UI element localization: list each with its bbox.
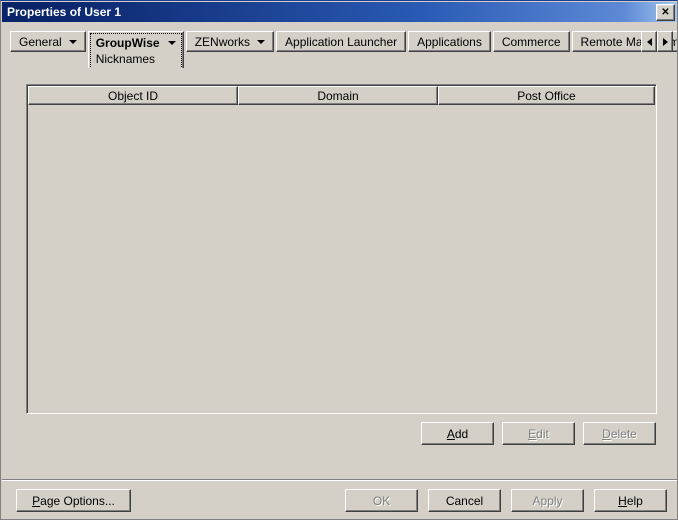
- footer-separator: [2, 479, 678, 481]
- help-button-accel: H: [618, 494, 627, 508]
- chevron-down-icon: [69, 40, 77, 44]
- add-button[interactable]: Add: [421, 422, 494, 445]
- tab-zenworks-label: ZENworks: [195, 35, 250, 49]
- list-body-empty[interactable]: [28, 105, 655, 412]
- add-button-label-rest: dd: [455, 427, 468, 441]
- tab-strip: General GroupWise Nicknames ZENworks App…: [2, 24, 678, 68]
- cancel-button[interactable]: Cancel: [428, 489, 501, 512]
- tab-commerce[interactable]: Commerce: [493, 31, 570, 52]
- apply-button[interactable]: Apply: [511, 489, 584, 512]
- chevron-down-icon: [168, 41, 176, 45]
- column-header-post-office[interactable]: Post Office: [438, 86, 655, 105]
- record-action-buttons: Add Edit Delete: [421, 422, 656, 445]
- window-title: Properties of User 1: [2, 5, 121, 19]
- add-button-accel: A: [447, 427, 455, 441]
- tab-commerce-label: Commerce: [502, 35, 561, 49]
- tab-scroll-left-button[interactable]: [641, 31, 657, 52]
- tab-applications[interactable]: Applications: [408, 31, 491, 52]
- footer-buttons: OK Cancel Apply Help: [345, 489, 667, 512]
- tab-application-launcher-label: Application Launcher: [285, 35, 397, 49]
- nicknames-list[interactable]: Object ID Domain Post Office: [26, 84, 657, 414]
- list-header-row: Object ID Domain Post Office: [28, 86, 655, 105]
- properties-dialog: Properties of User 1 ✕ General GroupWise…: [0, 0, 678, 520]
- tab-zenworks[interactable]: ZENworks: [186, 31, 274, 52]
- tab-groupwise-header[interactable]: GroupWise: [91, 35, 181, 51]
- edit-button[interactable]: Edit: [502, 422, 575, 445]
- tab-application-launcher[interactable]: Application Launcher: [276, 31, 406, 52]
- tab-list: General GroupWise Nicknames ZENworks App…: [10, 31, 678, 71]
- ok-button[interactable]: OK: [345, 489, 418, 512]
- tab-groupwise-focus: GroupWise Nicknames: [90, 33, 182, 69]
- page-options-accel: P: [32, 494, 40, 508]
- dialog-footer: Page Options... OK Cancel Apply Help: [2, 482, 678, 520]
- scroll-left-arrow-icon: [647, 38, 652, 46]
- tab-scroll-buttons: [641, 31, 673, 52]
- tab-groupwise[interactable]: GroupWise Nicknames: [88, 31, 184, 71]
- page-options-label-rest: age Options...: [40, 494, 115, 508]
- delete-button[interactable]: Delete: [583, 422, 656, 445]
- chevron-down-icon: [257, 40, 265, 44]
- scroll-right-arrow-icon: [663, 38, 668, 46]
- help-button-label-rest: elp: [627, 494, 643, 508]
- tab-scroll-right-button[interactable]: [657, 31, 673, 52]
- tab-applications-label: Applications: [417, 35, 482, 49]
- tab-groupwise-submenu-item[interactable]: Nicknames: [91, 51, 181, 66]
- edit-button-label-rest: dit: [536, 427, 549, 441]
- tab-groupwise-label: GroupWise: [96, 36, 160, 50]
- edit-button-accel: E: [528, 427, 536, 441]
- delete-button-accel: D: [602, 427, 611, 441]
- column-header-object-id[interactable]: Object ID: [28, 86, 238, 105]
- tab-general[interactable]: General: [10, 31, 86, 52]
- delete-button-label-rest: elete: [611, 427, 637, 441]
- title-bar: Properties of User 1 ✕: [2, 2, 678, 22]
- tab-content-panel: Object ID Domain Post Office Add Edit De…: [2, 68, 678, 478]
- page-options-button[interactable]: Page Options...: [16, 489, 131, 512]
- tab-general-label: General: [19, 35, 62, 49]
- close-icon[interactable]: ✕: [656, 4, 675, 21]
- title-bar-buttons: ✕: [656, 4, 675, 21]
- column-header-domain[interactable]: Domain: [238, 86, 438, 105]
- help-button[interactable]: Help: [594, 489, 667, 512]
